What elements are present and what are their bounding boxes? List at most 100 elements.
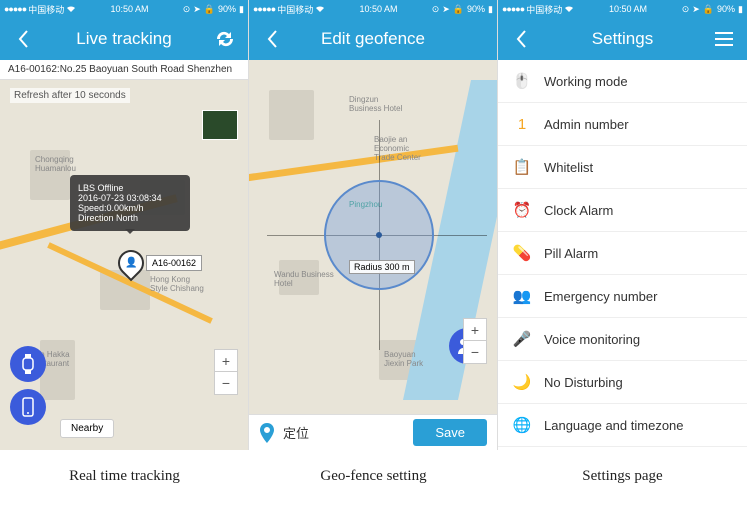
- popup-status: LBS Offline: [78, 183, 182, 193]
- alarm-icon: ⊙: [183, 4, 191, 15]
- settings-item-whitelist[interactable]: 📋Whitelist: [498, 146, 747, 189]
- radius-label: Radius 300 m: [349, 260, 415, 274]
- carrier-label: 中国移动: [526, 3, 562, 16]
- lock-icon: 🔒: [703, 4, 714, 15]
- status-bar: ●●●●● 中国移动 10:50 AM ⊙ ➤ 🔒 90% ▮: [498, 0, 747, 18]
- zoom-out-button[interactable]: −: [464, 341, 486, 363]
- clock-alarm-icon: ⏰: [512, 200, 532, 220]
- settings-item-emergency-number[interactable]: 👥 Emergency number: [498, 275, 747, 318]
- refresh-button[interactable]: [214, 28, 236, 50]
- live-tracking-screen: ●●●●● 中国移动 10:50 AM ⊙ ➤ 🔒 90% ▮ Live tra…: [0, 0, 249, 450]
- header: Settings: [498, 18, 747, 60]
- settings-item-no-disturbing[interactable]: 🌙 No Disturbing: [498, 361, 747, 404]
- battery-label: 90%: [467, 4, 485, 14]
- header: Live tracking: [0, 18, 248, 60]
- geofence-center-icon: [376, 232, 382, 238]
- settings-item-label: Emergency number: [544, 289, 657, 304]
- back-button[interactable]: [510, 28, 532, 50]
- battery-label: 90%: [218, 4, 236, 14]
- settings-item-clock-alarm[interactable]: ⏰ Clock Alarm: [498, 189, 747, 232]
- alarm-icon: ⊙: [432, 4, 440, 15]
- location-marker[interactable]: 👤: [118, 250, 144, 284]
- location-popup: LBS Offline 2016-07-23 03:08:34 Speed:0.…: [70, 175, 190, 231]
- save-button[interactable]: Save: [413, 419, 487, 446]
- caption-2: Geo-fence setting: [249, 468, 498, 485]
- zoom-controls: + −: [214, 349, 238, 395]
- settings-screen: ●●●●● 中国移动 10:50 AM ⊙ ➤ 🔒 90% ▮ Settings…: [498, 0, 747, 450]
- refresh-countdown: Refresh after 10 seconds: [10, 88, 130, 103]
- settings-item-voice-monitoring[interactable]: 🎤Voice monitoring: [498, 318, 747, 361]
- lock-icon: 🔒: [453, 4, 464, 15]
- page-title: Edit geofence: [283, 29, 463, 49]
- lock-icon: 🔒: [204, 4, 215, 15]
- signal-dots-icon: ●●●●●: [253, 4, 275, 14]
- settings-item-label: No Disturbing: [544, 375, 623, 390]
- zoom-in-button[interactable]: +: [464, 319, 486, 341]
- language-and-timezone-icon: 🌐: [512, 415, 532, 435]
- settings-item-working-mode[interactable]: 🖱️ Working mode: [498, 60, 747, 103]
- page-title: Settings: [532, 29, 713, 49]
- location-icon: ➤: [692, 4, 700, 15]
- map[interactable]: ChongqingHuamanlou Zijin HakkaRestaurant…: [0, 80, 248, 450]
- locate-label[interactable]: 定位: [283, 423, 405, 442]
- geofence-screen: ●●●●● 中国移动 10:50 AM ⊙ ➤ 🔒 90% ▮ Edit geo…: [249, 0, 498, 450]
- settings-list[interactable]: 🖱️ Working mode 1 Admin number 📋Whitelist ⏰ Cl…: [498, 60, 747, 450]
- settings-item-pill-alarm[interactable]: 💊 Pill Alarm: [498, 232, 747, 275]
- settings-item-admin-number[interactable]: 1 Admin number: [498, 103, 747, 146]
- wifi-icon: [66, 5, 76, 13]
- carrier-label: 中国移动: [277, 3, 313, 16]
- settings-item-label: Clock Alarm: [544, 203, 613, 218]
- carrier-label: 中国移动: [28, 3, 64, 16]
- status-bar: ●●●●● 中国移动 10:50 AM ⊙ ➤ 🔒 90% ▮: [249, 0, 497, 18]
- captions-row: Real time tracking Geo-fence setting Set…: [0, 450, 749, 485]
- back-button[interactable]: [12, 28, 34, 50]
- satellite-toggle[interactable]: [202, 110, 238, 140]
- popup-timestamp: 2016-07-23 03:08:34: [78, 193, 182, 203]
- zoom-controls: + −: [463, 318, 487, 364]
- caption-1: Real time tracking: [0, 468, 249, 485]
- settings-item-label: Admin number: [544, 117, 629, 132]
- settings-item-label: Working mode: [544, 74, 628, 89]
- battery-icon: ▮: [738, 4, 743, 15]
- admin-number-icon: 1: [512, 114, 532, 134]
- settings-item-language-and-timezone[interactable]: 🌐Language and timezone: [498, 404, 747, 447]
- back-button[interactable]: [261, 28, 283, 50]
- battery-icon: ▮: [239, 4, 244, 15]
- menu-button[interactable]: [713, 28, 735, 50]
- pill-alarm-icon: 💊: [512, 243, 532, 263]
- header-spacer: [463, 28, 485, 50]
- settings-item-heart-rate-check[interactable]: ❤️Heart Rate Check: [498, 447, 747, 450]
- settings-item-label: Pill Alarm: [544, 246, 598, 261]
- zoom-out-button[interactable]: −: [215, 372, 237, 394]
- status-bar: ●●●●● 中国移动 10:50 AM ⊙ ➤ 🔒 90% ▮: [0, 0, 248, 18]
- battery-icon: ▮: [488, 4, 493, 15]
- nearby-button[interactable]: Nearby: [60, 419, 114, 438]
- wifi-icon: [564, 5, 574, 13]
- wifi-icon: [315, 5, 325, 13]
- battery-label: 90%: [717, 4, 735, 14]
- time-label: 10:50 AM: [110, 4, 148, 14]
- location-icon: ➤: [193, 4, 201, 15]
- working-mode-icon: 🖱️: [512, 71, 532, 91]
- phone-fab[interactable]: [10, 389, 46, 425]
- caption-3: Settings page: [498, 468, 747, 485]
- location-icon: ➤: [442, 4, 450, 15]
- locate-icon[interactable]: [259, 423, 275, 443]
- no-disturbing-icon: 🌙: [512, 372, 532, 392]
- time-label: 10:50 AM: [359, 4, 397, 14]
- whitelist-icon: 📋: [512, 157, 532, 177]
- signal-dots-icon: ●●●●●: [4, 4, 26, 14]
- watch-fab[interactable]: [10, 346, 46, 382]
- zoom-in-button[interactable]: +: [215, 350, 237, 372]
- popup-speed: Speed:0.00km/h: [78, 203, 182, 213]
- map[interactable]: DingzunBusiness Hotel Baojie anEconomicT…: [249, 60, 497, 414]
- header: Edit geofence: [249, 18, 497, 60]
- marker-id-label: A16-00162: [146, 255, 202, 271]
- alarm-icon: ⊙: [682, 4, 690, 15]
- bottom-bar: 定位 Save: [249, 414, 497, 450]
- emergency-number-icon: 👥: [512, 286, 532, 306]
- settings-item-label: Voice monitoring: [544, 332, 640, 347]
- page-title: Live tracking: [34, 29, 214, 49]
- signal-dots-icon: ●●●●●: [502, 4, 524, 14]
- time-label: 10:50 AM: [609, 4, 647, 14]
